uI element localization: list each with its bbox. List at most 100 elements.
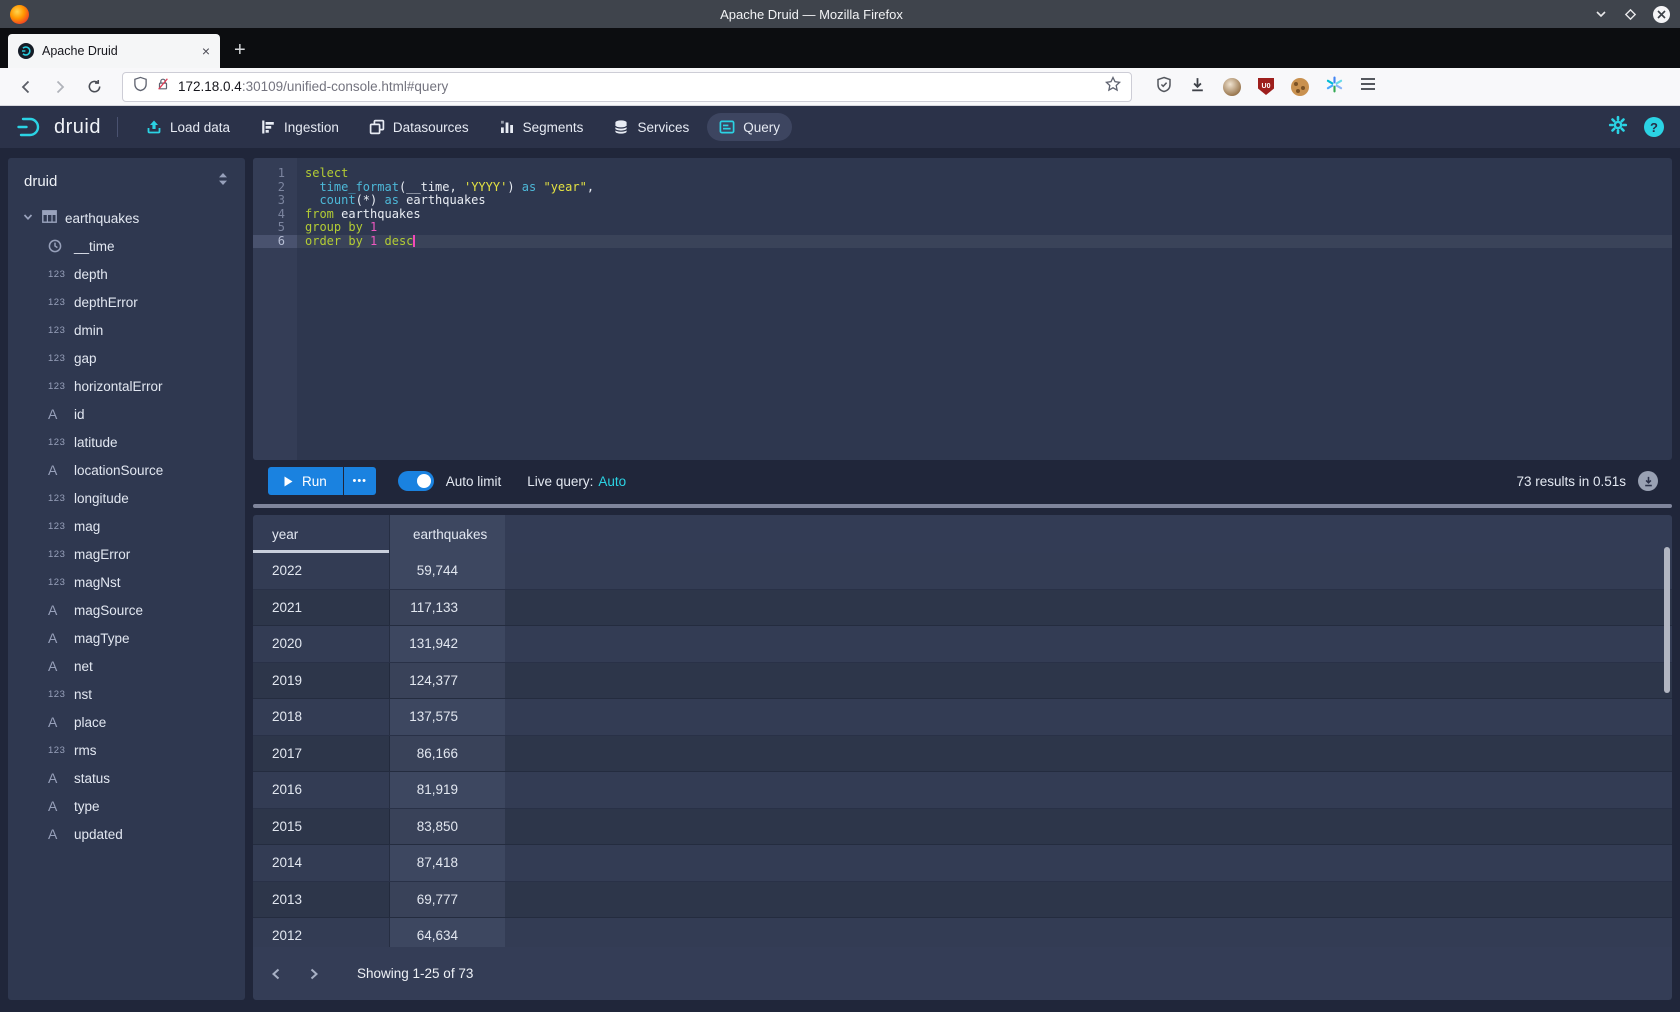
reload-icon[interactable] <box>80 73 108 101</box>
cell-year[interactable]: 2017 <box>253 736 390 772</box>
schema-column-magNst[interactable]: 123magNst <box>8 568 245 596</box>
run-button[interactable]: Run <box>268 467 343 495</box>
cell-earthquakes[interactable]: 137,575 <box>390 699 505 735</box>
schema-column-id[interactable]: Aid <box>8 400 245 428</box>
download-results-icon[interactable] <box>1638 471 1658 491</box>
back-icon[interactable] <box>12 73 40 101</box>
table-row[interactable]: 201487,418 <box>253 845 1672 882</box>
nav-item-query[interactable]: Query <box>707 113 792 141</box>
prev-page-icon[interactable] <box>261 959 291 989</box>
schema-column-status[interactable]: Astatus <box>8 764 245 792</box>
nav-item-segments[interactable]: Segments <box>487 113 596 141</box>
table-row[interactable]: 201681,919 <box>253 772 1672 809</box>
schema-column-place[interactable]: Aplace <box>8 708 245 736</box>
nav-item-ingestion[interactable]: Ingestion <box>248 113 351 141</box>
nav-item-label: Segments <box>523 120 584 135</box>
cell-earthquakes[interactable]: 131,942 <box>390 626 505 662</box>
run-more-button[interactable]: ••• <box>344 467 376 495</box>
protections-shield-icon[interactable] <box>1156 76 1172 98</box>
next-page-icon[interactable] <box>299 959 329 989</box>
cell-earthquakes[interactable]: 86,166 <box>390 736 505 772</box>
cell-earthquakes[interactable]: 81,919 <box>390 772 505 808</box>
cell-earthquakes[interactable]: 117,133 <box>390 590 505 626</box>
schema-column-type[interactable]: Atype <box>8 792 245 820</box>
window-close-icon[interactable] <box>1653 6 1670 23</box>
editor-code[interactable]: select time_format(__time, 'YYYY') as "y… <box>297 158 1672 460</box>
tab-close-icon[interactable]: × <box>202 43 210 59</box>
schema-column-net[interactable]: Anet <box>8 652 245 680</box>
schema-column-magType[interactable]: AmagType <box>8 624 245 652</box>
cell-earthquakes[interactable]: 59,744 <box>390 553 505 589</box>
browser-tab[interactable]: Apache Druid × <box>8 34 220 68</box>
help-icon[interactable]: ? <box>1644 117 1664 137</box>
cell-earthquakes[interactable]: 69,777 <box>390 882 505 918</box>
schema-column-magSource[interactable]: AmagSource <box>8 596 245 624</box>
double-caret-sort-icon[interactable] <box>217 172 229 190</box>
tracking-shield-icon[interactable] <box>133 76 148 97</box>
forward-icon[interactable] <box>46 73 74 101</box>
schema-column-locationSource[interactable]: AlocationSource <box>8 456 245 484</box>
schema-column-nst[interactable]: 123nst <box>8 680 245 708</box>
table-row[interactable]: 2021117,133 <box>253 590 1672 627</box>
cell-filler <box>505 845 1672 881</box>
cell-earthquakes[interactable]: 83,850 <box>390 809 505 845</box>
schema-table-earthquakes[interactable]: earthquakes <box>8 204 245 232</box>
ublock-origin-icon[interactable]: U0 <box>1258 78 1274 95</box>
vertical-scrollbar-thumb[interactable] <box>1664 547 1670 693</box>
table-row[interactable]: 201786,166 <box>253 736 1672 773</box>
schema-column-mag[interactable]: 123mag <box>8 512 245 540</box>
url-text[interactable]: 172.18.0.4:30109/unified-console.html#qu… <box>178 79 1097 94</box>
sql-editor[interactable]: 123456 select time_format(__time, 'YYYY'… <box>253 158 1672 460</box>
table-row[interactable]: 201583,850 <box>253 809 1672 846</box>
column-header-year[interactable]: year <box>253 515 390 553</box>
schema-column-rms[interactable]: 123rms <box>8 736 245 764</box>
schema-column-magError[interactable]: 123magError <box>8 540 245 568</box>
cell-year[interactable]: 2013 <box>253 882 390 918</box>
chevron-down-icon[interactable] <box>22 211 34 226</box>
table-row[interactable]: 2018137,575 <box>253 699 1672 736</box>
cookie-extension-icon[interactable] <box>1291 78 1309 96</box>
schema-column-depth[interactable]: 123depth <box>8 260 245 288</box>
menu-hamburger-icon[interactable] <box>1360 77 1376 96</box>
schema-column-horizontalError[interactable]: 123horizontalError <box>8 372 245 400</box>
window-minimize-icon[interactable] <box>1594 7 1608 21</box>
cell-year[interactable]: 2015 <box>253 809 390 845</box>
schema-column-dmin[interactable]: 123dmin <box>8 316 245 344</box>
colorful-extension-icon[interactable] <box>1326 76 1343 98</box>
table-row[interactable]: 2020131,942 <box>253 626 1672 663</box>
schema-column-depthError[interactable]: 123depthError <box>8 288 245 316</box>
schema-column-gap[interactable]: 123gap <box>8 344 245 372</box>
insecure-lock-icon[interactable] <box>156 76 170 97</box>
settings-gear-icon[interactable] <box>1608 115 1628 140</box>
panel-splitter[interactable] <box>253 504 1672 508</box>
extension-avatar-icon[interactable] <box>1223 78 1241 96</box>
cell-year[interactable]: 2020 <box>253 626 390 662</box>
schema-column-__time[interactable]: __time <box>8 232 245 260</box>
cell-year[interactable]: 2019 <box>253 663 390 699</box>
bookmark-star-icon[interactable] <box>1105 76 1121 97</box>
table-row[interactable]: 2019124,377 <box>253 663 1672 700</box>
url-bar[interactable]: 172.18.0.4:30109/unified-console.html#qu… <box>122 72 1132 102</box>
nav-item-services[interactable]: Services <box>601 113 701 141</box>
new-tab-button[interactable]: + <box>234 39 246 62</box>
cell-year[interactable]: 2014 <box>253 845 390 881</box>
schema-column-longitude[interactable]: 123longitude <box>8 484 245 512</box>
schema-column-updated[interactable]: Aupdated <box>8 820 245 848</box>
cell-year[interactable]: 2021 <box>253 590 390 626</box>
nav-item-datasources[interactable]: Datasources <box>357 113 481 141</box>
cell-year[interactable]: 2018 <box>253 699 390 735</box>
table-row[interactable]: 201369,777 <box>253 882 1672 919</box>
cell-earthquakes[interactable]: 124,377 <box>390 663 505 699</box>
cell-year[interactable]: 2022 <box>253 553 390 589</box>
downloads-icon[interactable] <box>1189 76 1206 98</box>
nav-item-load-data[interactable]: Load data <box>134 113 242 141</box>
window-maximize-icon[interactable] <box>1624 8 1637 21</box>
column-header-earthquakes[interactable]: earthquakes <box>390 515 505 553</box>
cell-year[interactable]: 2016 <box>253 772 390 808</box>
table-row[interactable]: 202259,744 <box>253 553 1672 590</box>
schema-column-latitude[interactable]: 123latitude <box>8 428 245 456</box>
live-query-value[interactable]: Auto <box>598 474 626 489</box>
cell-earthquakes[interactable]: 87,418 <box>390 845 505 881</box>
druid-logo[interactable]: druid <box>16 114 101 140</box>
auto-limit-toggle[interactable] <box>398 471 434 491</box>
